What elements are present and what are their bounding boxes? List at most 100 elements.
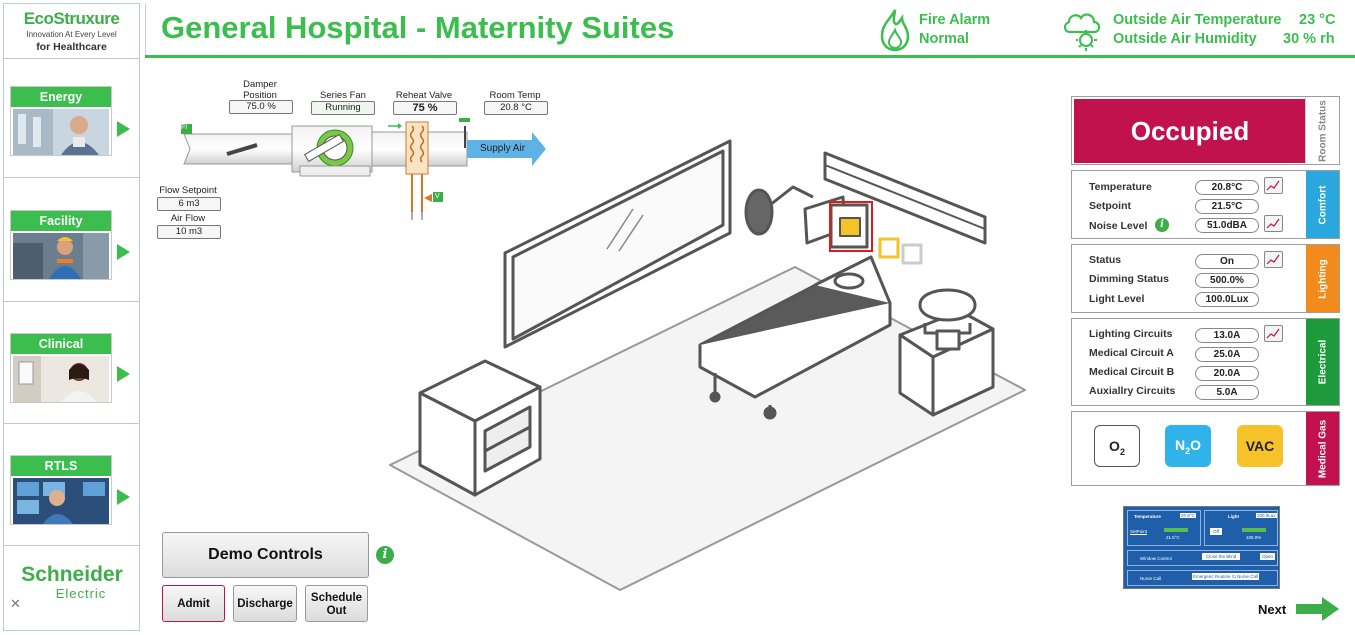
thumb-light-label: Light — [1228, 514, 1239, 519]
demo-info-icon[interactable]: i — [376, 546, 394, 564]
damper-value: 75.0 % — [229, 100, 293, 114]
demo-controls-button[interactable]: Demo Controls — [162, 532, 369, 578]
rtls-photo-icon — [13, 478, 109, 524]
temperature-trend-chart-icon[interactable] — [1264, 177, 1283, 194]
temperature-label: Temperature — [1089, 181, 1152, 193]
nav-clinical-label: Clinical — [11, 334, 111, 354]
schedule-out-button[interactable]: Schedule Out — [305, 585, 368, 622]
outside-humidity-label: Outside Air Humidity — [1113, 31, 1257, 47]
noise-level-value: 51.0dBA — [1195, 218, 1259, 233]
ecostruxure-logo: EcoStruxure Innovation At Every Level fo… — [4, 4, 139, 58]
air-flow-value: 10 m3 — [157, 225, 221, 239]
oxygen-button[interactable]: O2 — [1094, 425, 1140, 467]
nav-rtls-label: RTLS — [11, 456, 111, 476]
header-divider — [145, 55, 1355, 58]
facility-photo-icon — [13, 233, 109, 279]
medical-circuit-a-value: 25.0A — [1195, 347, 1259, 362]
outside-temp-label: Outside Air Temperature — [1113, 12, 1282, 28]
lighting-circuits-label: Lighting Circuits — [1089, 328, 1173, 340]
nav-energy[interactable]: Energy — [10, 86, 112, 156]
light-status-label: Status — [1089, 254, 1122, 266]
noise-trend-chart-icon[interactable] — [1264, 215, 1283, 232]
room-status-tab: Room Status — [1305, 97, 1339, 164]
outside-humidity-value: 30 % rh — [1283, 31, 1335, 47]
outside-temp-value: 23 °C — [1299, 12, 1336, 28]
light-level-value: 100.0Lux — [1195, 292, 1259, 307]
series-fan-label: Series Fan — [320, 90, 366, 101]
auxiliary-circuits-value: 5.0A — [1195, 385, 1259, 400]
divider — [145, 3, 146, 55]
auxiliary-circuits-label: Auxiallry Circuits — [1089, 385, 1176, 397]
thumb-off-button[interactable]: Off — [1210, 528, 1222, 535]
room-status-panel: Occupied Room Status — [1071, 96, 1340, 165]
thumb-setpoint-slider[interactable] — [1164, 528, 1188, 532]
lighting-tab: Lighting — [1306, 245, 1339, 312]
divider — [4, 545, 139, 546]
selected-nurse-call-highlight[interactable] — [829, 201, 873, 252]
setpoint-value: 21.5°C — [1195, 199, 1259, 214]
nav-energy-arrow-icon[interactable] — [117, 121, 130, 137]
thumb-dimmer-slider[interactable] — [1242, 528, 1266, 532]
room-temp-value: 20.8 °C — [484, 101, 548, 115]
vacuum-button[interactable]: VAC — [1237, 425, 1283, 467]
divider — [4, 301, 139, 302]
damper-label: Damper Position — [243, 79, 277, 101]
fi-tag: FI — [181, 124, 188, 131]
lighting-circuits-value: 13.0A — [1195, 328, 1259, 343]
comfort-panel: Comfort Temperature 20.8°C Setpoint 21.5… — [1071, 170, 1340, 239]
fire-icon — [876, 8, 914, 57]
thumb-temperature-label: Temperature — [1134, 514, 1161, 519]
thumb-light-value: 100.0Lux — [1256, 513, 1277, 518]
temperature-value: 20.8°C — [1195, 180, 1259, 195]
medical-circuit-b-value: 20.0A — [1195, 366, 1259, 381]
light-trend-chart-icon[interactable] — [1264, 251, 1283, 268]
next-label[interactable]: Next — [1258, 602, 1286, 617]
thumb-open-button[interactable]: Open — [1260, 553, 1276, 560]
thumb-temp-value: 20.8°C — [1180, 513, 1196, 518]
fire-alarm-status: Normal — [919, 31, 969, 47]
thumb-close-blind-button[interactable]: Close the Blind — [1202, 553, 1241, 560]
noise-info-icon[interactable]: i — [1155, 218, 1169, 232]
flow-setpoint-value: 6 m3 — [157, 197, 221, 211]
schneider-text: Schneider — [21, 563, 123, 586]
nav-clinical[interactable]: Clinical — [10, 333, 112, 403]
nav-rtls[interactable]: RTLS — [10, 455, 112, 525]
divider — [4, 177, 139, 178]
discharge-button[interactable]: Discharge — [233, 585, 297, 622]
medical-circuit-b-label: Medical Circuit B — [1089, 366, 1175, 378]
nav-clinical-arrow-icon[interactable] — [117, 366, 130, 382]
admit-button[interactable]: Admit — [162, 585, 225, 622]
air-flow-label: Air Flow — [170, 213, 206, 224]
dimming-status-value: 500.0% — [1195, 273, 1259, 288]
nav-facility-label: Facility — [11, 211, 111, 231]
circuits-trend-chart-icon[interactable] — [1264, 325, 1283, 342]
nav-rtls-arrow-icon[interactable] — [117, 489, 130, 505]
divider — [4, 58, 139, 59]
room-illustration — [385, 135, 1035, 605]
thumb-nurse-call-button[interactable]: Nurse Call — [1236, 573, 1260, 580]
room-control-thumbnail[interactable]: Temperature 20.8°C SetPoint 21.5°C Light… — [1123, 506, 1280, 589]
electrical-panel: Electrical Lighting Circuits 13.0A Medic… — [1071, 318, 1340, 406]
page-title: General Hospital - Maternity Suites — [161, 10, 675, 45]
weather-cloud-sun-icon — [1060, 6, 1106, 57]
thumb-setpoint-value: 21.5°C — [1166, 535, 1180, 540]
electric-text: Electric — [55, 586, 107, 601]
tools-icon[interactable]: ✕ — [10, 596, 24, 611]
tagline: Innovation At Every Level — [26, 30, 117, 39]
light-level-label: Light Level — [1089, 293, 1145, 305]
t-tag: T — [461, 112, 466, 119]
healthcare-subtitle: for Healthcare — [36, 41, 107, 53]
setpoint-label: Setpoint — [1089, 200, 1131, 212]
reheat-valve-label: Reheat Valve — [395, 90, 453, 101]
medical-circuit-a-label: Medical Circuit A — [1089, 347, 1174, 359]
nav-facility-arrow-icon[interactable] — [117, 244, 130, 260]
fire-alarm-label: Fire Alarm — [919, 12, 991, 28]
next-arrow-icon[interactable] — [1296, 597, 1340, 626]
sidebar: EcoStruxure Innovation At Every Level fo… — [3, 3, 140, 631]
comfort-tab: Comfort — [1306, 171, 1339, 238]
nitrous-oxide-button[interactable]: N2O — [1165, 425, 1211, 467]
dimming-status-label: Dimming Status — [1089, 273, 1169, 285]
medical-gas-panel: Medical Gas O2 N2O VAC — [1071, 411, 1340, 486]
nav-facility[interactable]: Facility — [10, 210, 112, 280]
thumb-window-label: Window Control — [1140, 556, 1172, 561]
